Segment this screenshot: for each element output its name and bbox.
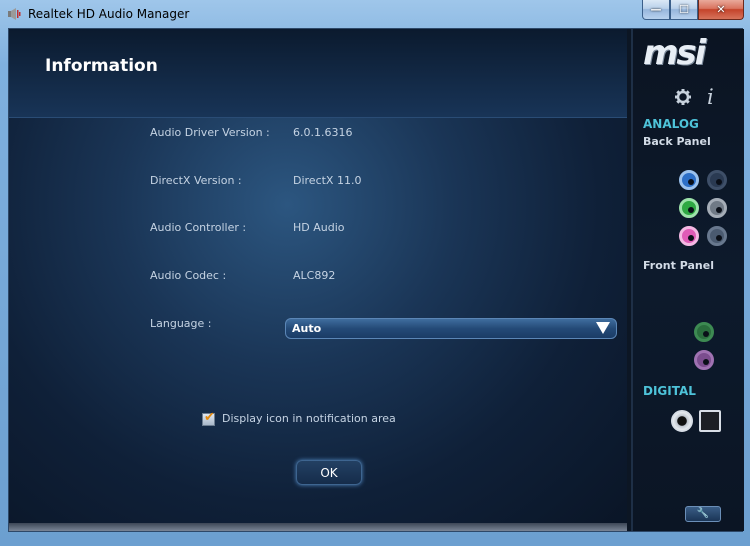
page-title: Information bbox=[45, 56, 158, 76]
header-band: Information bbox=[9, 29, 627, 118]
audio-controller-label: Audio Controller : bbox=[150, 221, 247, 234]
gear-icon[interactable] bbox=[674, 88, 692, 106]
dropdown-arrow-icon[interactable] bbox=[596, 322, 610, 334]
notification-checkbox-label[interactable]: Display icon in notification area bbox=[222, 412, 396, 425]
title-bar[interactable]: Realtek HD Audio Manager — ☐ ✕ bbox=[0, 0, 750, 28]
back-panel-label: Back Panel bbox=[643, 135, 711, 148]
optical-digital-icon[interactable] bbox=[699, 410, 721, 432]
center-jack-icon[interactable] bbox=[707, 226, 727, 246]
wrench-icon: 🔧 bbox=[696, 508, 710, 519]
close-icon: ✕ bbox=[716, 3, 726, 16]
minimize-button[interactable]: — bbox=[642, 0, 670, 20]
checkmark-icon: ✔ bbox=[204, 410, 215, 425]
ok-button-label: OK bbox=[320, 466, 338, 480]
wrench-button[interactable]: 🔧 bbox=[685, 506, 721, 522]
notification-checkbox[interactable]: ✔ bbox=[202, 410, 215, 426]
rear-jack-icon[interactable] bbox=[707, 170, 727, 190]
caption-buttons: — ☐ ✕ bbox=[642, 0, 744, 20]
language-dropdown[interactable]: Auto bbox=[285, 318, 617, 339]
msi-logo: msi bbox=[643, 33, 706, 73]
language-label: Language : bbox=[150, 317, 212, 330]
front-mic-jack-icon[interactable] bbox=[694, 350, 714, 370]
bottom-bar bbox=[9, 523, 627, 531]
side-jack-icon[interactable] bbox=[707, 198, 727, 218]
audio-controller-value: HD Audio bbox=[293, 221, 345, 234]
line-out-jack-icon[interactable] bbox=[679, 198, 699, 218]
main-panel: Information Audio Driver Version : 6.0.1… bbox=[9, 29, 627, 531]
directx-version-label: DirectX Version : bbox=[150, 174, 242, 187]
driver-version-label: Audio Driver Version : bbox=[150, 126, 270, 139]
language-selected-value: Auto bbox=[292, 322, 322, 335]
window-title: Realtek HD Audio Manager bbox=[28, 7, 190, 21]
line-in-jack-icon[interactable] bbox=[679, 170, 699, 190]
directx-version-value: DirectX 11.0 bbox=[293, 174, 362, 187]
audio-codec-value: ALC892 bbox=[293, 269, 336, 282]
coaxial-digital-icon[interactable] bbox=[671, 410, 693, 432]
app-window: Realtek HD Audio Manager — ☐ ✕ Informati… bbox=[0, 0, 750, 546]
front-panel-label: Front Panel bbox=[643, 259, 714, 272]
driver-version-value: 6.0.1.6316 bbox=[293, 126, 353, 139]
ok-button[interactable]: OK bbox=[296, 460, 362, 485]
close-button[interactable]: ✕ bbox=[698, 0, 744, 20]
info-icon[interactable]: i bbox=[707, 85, 714, 109]
client-area: Information Audio Driver Version : 6.0.1… bbox=[8, 28, 744, 532]
minimize-icon: — bbox=[650, 3, 662, 16]
digital-heading: DIGITAL bbox=[643, 384, 696, 398]
mic-in-jack-icon[interactable] bbox=[679, 226, 699, 246]
audio-codec-label: Audio Codec : bbox=[150, 269, 227, 282]
front-headphone-jack-icon[interactable] bbox=[694, 322, 714, 342]
analog-heading: ANALOG bbox=[643, 117, 699, 131]
device-side-panel: msi i ANALOG Back Panel Front Panel DIGI… bbox=[631, 29, 744, 531]
maximize-button[interactable]: ☐ bbox=[670, 0, 698, 20]
maximize-icon: ☐ bbox=[679, 3, 689, 16]
speaker-app-icon bbox=[8, 8, 21, 20]
